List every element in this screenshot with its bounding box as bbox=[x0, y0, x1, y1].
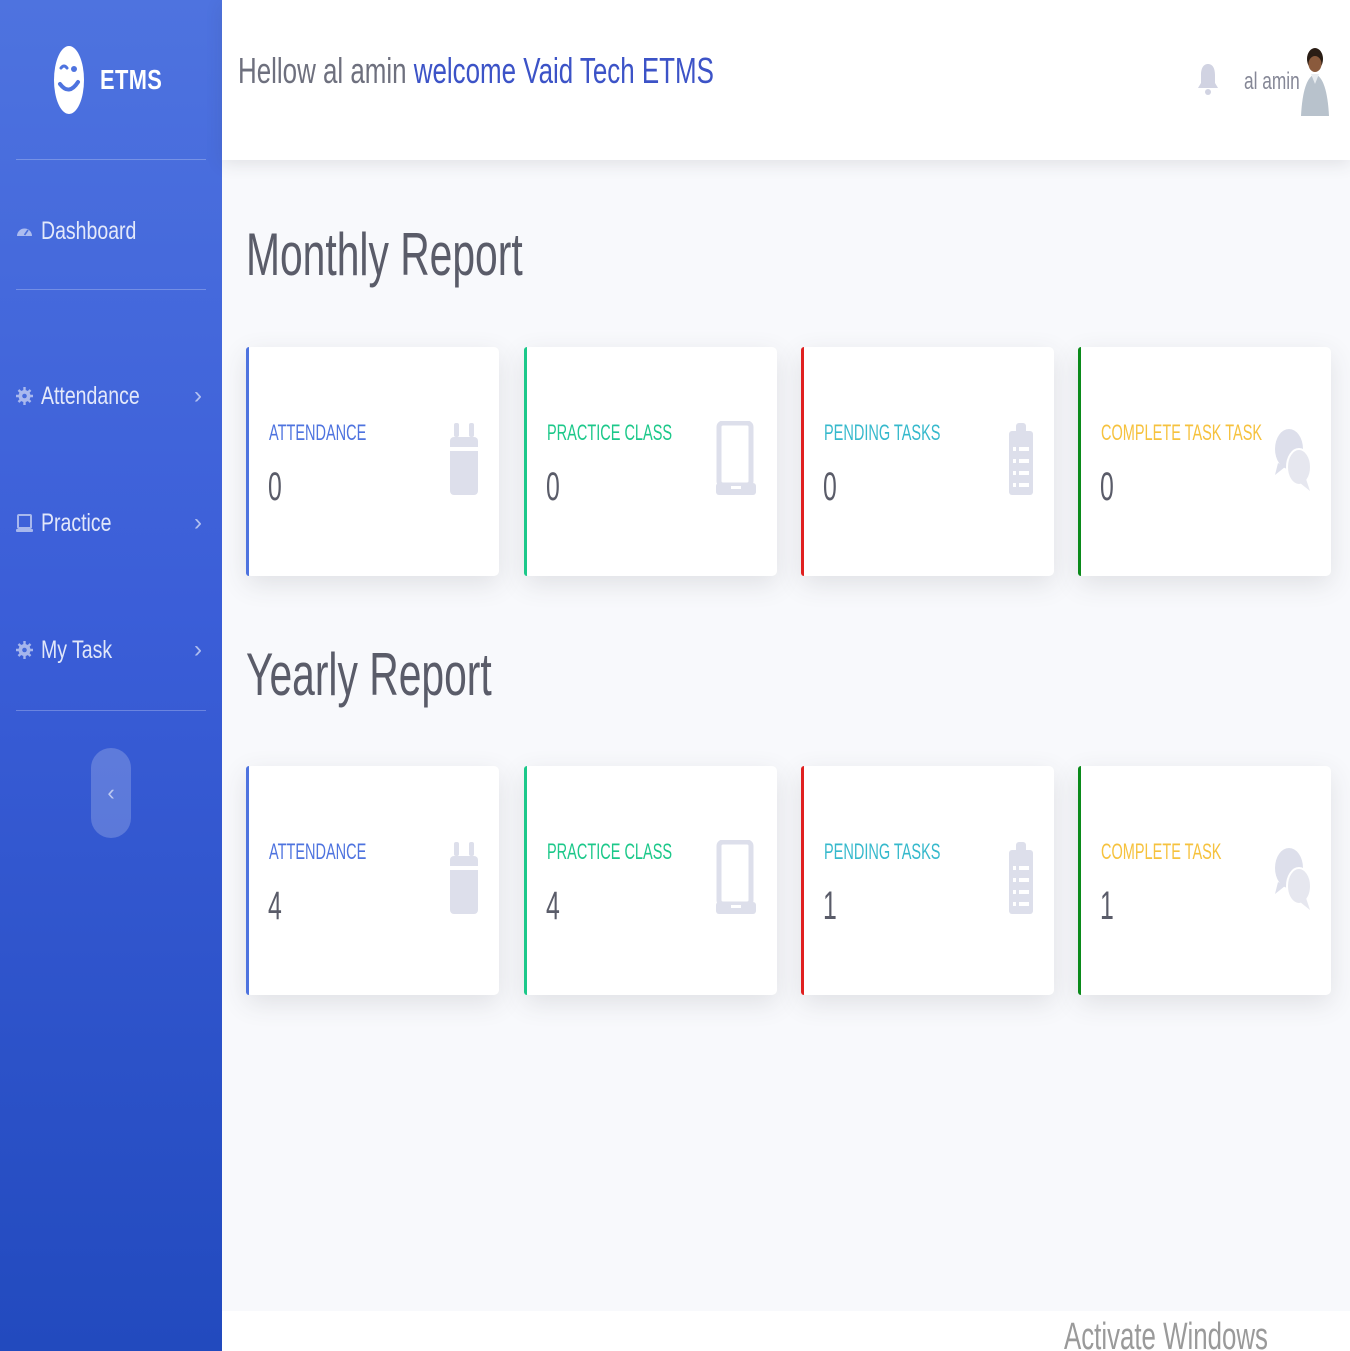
clipboard-list-icon bbox=[1009, 421, 1033, 502]
clipboard-list-icon bbox=[1009, 840, 1033, 921]
card-value: 1 bbox=[1100, 884, 1114, 928]
card-label: PENDING TASKS bbox=[824, 839, 941, 864]
wink-face-icon bbox=[54, 46, 85, 114]
sidebar-item-attendance[interactable]: Attendance › bbox=[0, 366, 222, 426]
stat-card-pending-tasks: PENDING TASKS 0 bbox=[801, 347, 1054, 576]
card-accent-border bbox=[246, 766, 249, 995]
card-accent-border bbox=[1078, 347, 1081, 576]
card-accent-border bbox=[524, 347, 527, 576]
calendar-icon bbox=[450, 840, 478, 921]
card-value: 0 bbox=[1100, 465, 1114, 509]
sidebar-item-practice[interactable]: Practice › bbox=[0, 493, 222, 553]
sidebar-item-label: My Task bbox=[41, 635, 113, 664]
stat-card-practice-class: PRACTICE CLASS 0 bbox=[524, 347, 777, 576]
chevron-right-icon: › bbox=[194, 636, 202, 663]
laptop-icon bbox=[16, 514, 33, 532]
card-label: PRACTICE CLASS bbox=[547, 839, 673, 864]
chevron-left-icon: ‹ bbox=[107, 780, 115, 805]
sidebar-divider bbox=[16, 710, 206, 711]
yearly-report-title: Yearly Report bbox=[246, 641, 492, 708]
comments-icon bbox=[1274, 846, 1312, 917]
sidebar: ETMS Dashboard Attendance › Practice › M… bbox=[0, 0, 222, 1351]
sidebar-divider bbox=[16, 159, 206, 160]
card-accent-border bbox=[801, 347, 804, 576]
laptop-icon bbox=[716, 839, 756, 921]
topbar: Hellow al amin welcome Vaid Tech ETMS al… bbox=[222, 0, 1350, 160]
sidebar-item-label: Dashboard bbox=[41, 216, 137, 245]
card-accent-border bbox=[246, 347, 249, 576]
sidebar-item-label: Attendance bbox=[41, 381, 140, 410]
dashboard-icon bbox=[17, 228, 32, 236]
brand-name: ETMS bbox=[100, 64, 163, 95]
gear-icon bbox=[16, 387, 33, 405]
sidebar-brand[interactable]: ETMS bbox=[0, 0, 222, 160]
user-avatar[interactable] bbox=[1297, 44, 1331, 118]
greeting-prefix: Hellow al amin bbox=[238, 50, 407, 91]
stat-card-practice-class: PRACTICE CLASS 4 bbox=[524, 766, 777, 995]
stat-card-complete-task: COMPLETE TASK 1 bbox=[1078, 766, 1331, 995]
stat-card-attendance: ATTENDANCE 4 bbox=[246, 766, 499, 995]
stat-card-pending-tasks: PENDING TASKS 1 bbox=[801, 766, 1054, 995]
card-accent-border bbox=[524, 766, 527, 995]
card-accent-border bbox=[801, 766, 804, 995]
card-accent-border bbox=[1078, 766, 1081, 995]
card-value: 0 bbox=[546, 465, 560, 509]
monthly-report-title: Monthly Report bbox=[246, 221, 523, 288]
greeting-suffix: welcome Vaid Tech ETMS bbox=[413, 50, 714, 91]
card-label: PENDING TASKS bbox=[824, 420, 941, 445]
activate-windows-watermark: Activate Windows bbox=[1064, 1316, 1268, 1351]
card-value: 4 bbox=[546, 884, 560, 928]
user-name[interactable]: al amin bbox=[1244, 68, 1300, 96]
welcome-greeting: Hellow al amin welcome Vaid Tech ETMS bbox=[238, 50, 714, 92]
sidebar-item-label: Practice bbox=[41, 508, 112, 537]
sidebar-toggle-button[interactable]: ‹ bbox=[91, 748, 131, 838]
card-label: PRACTICE CLASS bbox=[547, 420, 673, 445]
card-label: COMPLETE TASK bbox=[1101, 839, 1222, 864]
card-value: 0 bbox=[823, 465, 837, 509]
gear-icon bbox=[16, 641, 33, 659]
sidebar-item-my-task[interactable]: My Task › bbox=[0, 620, 222, 680]
stat-card-complete-task-task: COMPLETE TASK TASK 0 bbox=[1078, 347, 1331, 576]
chevron-right-icon: › bbox=[194, 509, 202, 536]
card-label: ATTENDANCE bbox=[269, 420, 367, 445]
chevron-right-icon: › bbox=[194, 382, 202, 409]
laptop-icon bbox=[716, 420, 756, 502]
sidebar-divider bbox=[16, 289, 206, 290]
card-label: ATTENDANCE bbox=[269, 839, 367, 864]
bell-icon[interactable] bbox=[1198, 60, 1218, 96]
card-value: 0 bbox=[268, 465, 282, 509]
card-value: 4 bbox=[268, 884, 282, 928]
comments-icon bbox=[1274, 427, 1312, 498]
card-label: COMPLETE TASK TASK bbox=[1101, 420, 1263, 445]
stat-card-attendance: ATTENDANCE 0 bbox=[246, 347, 499, 576]
sidebar-item-dashboard[interactable]: Dashboard bbox=[0, 201, 222, 261]
calendar-icon bbox=[450, 421, 478, 502]
card-value: 1 bbox=[823, 884, 837, 928]
